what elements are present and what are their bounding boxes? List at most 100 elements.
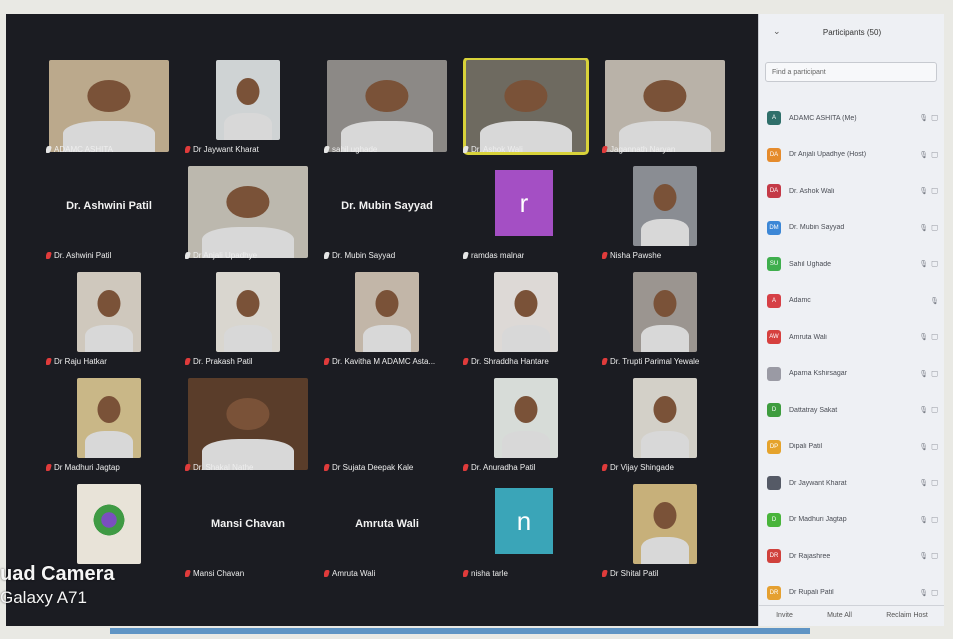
person-shoulders: [223, 324, 273, 352]
tile-name-label: Jagannath Naryan: [602, 145, 675, 154]
person-silhouette: [365, 80, 409, 112]
mic-video-status-icon[interactable]: 🎙 ◻: [913, 187, 939, 195]
person-shoulders: [362, 324, 412, 352]
reclaim-host-button[interactable]: Reclaim Host: [886, 612, 928, 619]
tile-name-label: sahil ughade: [324, 145, 377, 154]
person-silhouette: [514, 395, 538, 423]
video-tile[interactable]: Dr Anjali Upadhye: [179, 164, 317, 266]
mic-video-status-icon[interactable]: 🎙 ◻: [913, 516, 939, 524]
muted-mic-icon: [324, 464, 330, 471]
video-tile[interactable]: sahil ughade: [318, 58, 456, 160]
tile-name-label: nisha tarle: [463, 569, 508, 578]
video-tile[interactable]: r ramdas malnar: [457, 164, 595, 266]
participant-name: Dr Anjali Upadhye: [193, 251, 258, 260]
participant-row[interactable]: SU Sahil Ughade 🎙 ◻: [767, 254, 939, 274]
video-tile[interactable]: Dr Shital Patil: [596, 482, 734, 584]
mic-video-status-icon[interactable]: 🎙 ◻: [913, 552, 939, 560]
participant-name: Dr. Shakal Nathe: [193, 463, 254, 472]
tile-name-label: ADAMC ASHITA: [46, 145, 113, 154]
participant-name: Dr. Anuradha Patil: [471, 463, 536, 472]
participant-row[interactable]: D Dattatray Sakat 🎙 ◻: [767, 400, 939, 420]
mic-video-status-icon[interactable]: 🎙 ◻: [913, 151, 939, 159]
mic-icon: [324, 146, 330, 153]
person-shoulders: [501, 324, 551, 352]
video-tile[interactable]: Dr. Ashok Wali: [457, 58, 595, 160]
participant-row[interactable]: DA Dr Anjali Upadhye (Host) 🎙 ◻: [767, 145, 939, 165]
video-tile[interactable]: Dr Madhuri Jagtap: [40, 376, 178, 478]
video-tile[interactable]: Nisha Pawshe: [596, 164, 734, 266]
video-tile[interactable]: Mansi Chavan Mansi Chavan: [179, 482, 317, 584]
participant-row[interactable]: DP Dipali Patil 🎙 ◻: [767, 437, 939, 457]
video-tile[interactable]: n nisha tarle: [457, 482, 595, 584]
mic-video-status-icon[interactable]: 🎙 ◻: [913, 260, 939, 268]
participant-row[interactable]: DM Dr. Mubin Sayyad 🎙 ◻: [767, 218, 939, 238]
mic-icon: [324, 252, 330, 259]
participant-avatar: DP: [767, 439, 781, 454]
video-tile[interactable]: Dr. Trupti Parimal Yewale: [596, 270, 734, 372]
video-tile[interactable]: Dr Raju Hatkar: [40, 270, 178, 372]
mic-video-status-icon[interactable]: 🎙 ◻: [913, 370, 939, 378]
muted-mic-icon: [185, 570, 191, 577]
participant-name: Dr Shital Patil: [610, 569, 659, 578]
participant-avatar: D: [767, 403, 781, 417]
participant-avatar: [767, 476, 781, 490]
video-tile[interactable]: Dr. Ashwini Patil Dr. Ashwini Patil: [40, 164, 178, 266]
tile-name-label: Dr Vijay Shingade: [602, 463, 674, 472]
video-tile[interactable]: Dr Jaywant Kharat: [179, 58, 317, 160]
person-silhouette: [226, 398, 270, 430]
participant-row[interactable]: DR Dr Rajashree 🎙 ◻: [767, 546, 939, 566]
video-tile[interactable]: Dr. Prakash Patil: [179, 270, 317, 372]
participant-row[interactable]: A ADAMC ASHITA (Me) 🎙 ◻: [767, 108, 939, 128]
mic-video-status-icon[interactable]: 🎙 ◻: [913, 406, 939, 414]
video-tile[interactable]: Dr. Mubin Sayyad Dr. Mubin Sayyad: [318, 164, 456, 266]
participants-title: Participants (50): [822, 28, 882, 37]
mute-all-button[interactable]: Mute All: [827, 612, 852, 619]
participants-panel: ⌄ Participants (50) Find a participant A…: [758, 14, 944, 626]
muted-mic-icon: [463, 464, 469, 471]
person-shoulders: [501, 430, 551, 458]
muted-mic-icon: [46, 464, 52, 471]
mic-video-status-icon[interactable]: 🎙 ◻: [913, 589, 939, 597]
video-tile[interactable]: Dr. Anuradha Patil: [457, 376, 595, 478]
participant-name: Dr. Trupti Parimal Yewale: [610, 357, 700, 366]
mic-video-status-icon[interactable]: 🎙 ◻: [913, 443, 939, 451]
person-silhouette: [643, 80, 687, 112]
video-tile[interactable]: Dr. Shraddha Hantare: [457, 270, 595, 372]
muted-mic-icon: [602, 570, 608, 577]
participant-video: [355, 272, 419, 352]
participant-row[interactable]: D Dr Madhuri Jagtap 🎙 ◻: [767, 510, 939, 530]
participant-row[interactable]: DR Dr Rupali Patil 🎙 ◻: [767, 583, 939, 603]
participant-video: [216, 272, 280, 352]
tile-name-label: Dr Madhuri Jagtap: [46, 463, 120, 472]
mic-video-status-icon[interactable]: 🎙 ◻: [913, 114, 939, 122]
participant-row[interactable]: AW Amruta Wali 🎙 ◻: [767, 327, 939, 347]
invite-button[interactable]: Invite: [776, 612, 793, 619]
participant-video: [77, 378, 141, 458]
participant-row[interactable]: Dr Jaywant Kharat 🎙 ◻: [767, 473, 939, 493]
video-tile[interactable]: Dr. Kavitha M ADAMC Asta...: [318, 270, 456, 372]
muted-mic-icon: [185, 358, 191, 365]
video-tile[interactable]: Dr. Shakal Nathe: [179, 376, 317, 478]
participant-search-input[interactable]: Find a participant: [765, 62, 937, 82]
participant-name: Dr. Kavitha M ADAMC Asta...: [332, 357, 436, 366]
video-tile[interactable]: Jagannath Naryan: [596, 58, 734, 160]
mic-video-status-icon[interactable]: 🎙 ◻: [913, 479, 939, 487]
mic-video-status-icon[interactable]: 🎙 ◻: [913, 224, 939, 232]
participant-row[interactable]: A Adamc 🎙: [767, 291, 939, 311]
video-tile[interactable]: Amruta Wali Amruta Wali: [318, 482, 456, 584]
video-tile[interactable]: ADAMC ASHITA: [40, 58, 178, 160]
participant-avatar: DR: [767, 549, 781, 563]
person-silhouette: [97, 289, 121, 317]
muted-mic-icon: [185, 464, 191, 471]
mic-video-status-icon[interactable]: 🎙 ◻: [913, 333, 939, 341]
participant-name: Dr Madhuri Jagtap: [54, 463, 120, 472]
muted-mic-icon: [463, 358, 469, 365]
mic-video-status-icon[interactable]: 🎙: [913, 297, 939, 305]
letter-avatar: n: [495, 488, 553, 554]
video-tile[interactable]: Dr Vijay Shingade: [596, 376, 734, 478]
participant-row[interactable]: DA Dr. Ashok Wali 🎙 ◻: [767, 181, 939, 201]
participant-avatar: DA: [767, 147, 781, 162]
participant-row[interactable]: Aparna Kshirsagar 🎙 ◻: [767, 364, 939, 384]
logo-video: [77, 484, 141, 564]
video-tile[interactable]: Dr Sujata Deepak Kale: [318, 376, 456, 478]
